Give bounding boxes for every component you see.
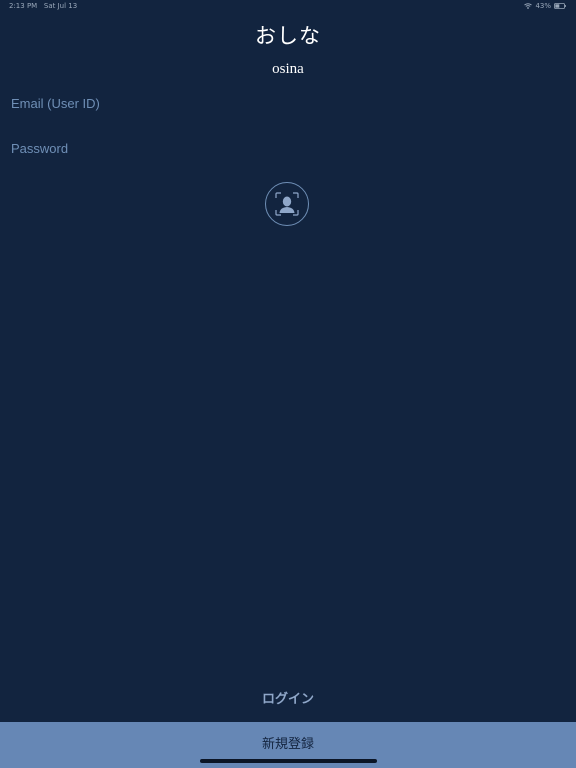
- battery-icon: [554, 3, 566, 9]
- status-time: 2:13 PM Sat Jul 13: [9, 2, 77, 10]
- email-field-container: [0, 88, 576, 118]
- status-date: Sat Jul 13: [43, 2, 78, 10]
- email-field[interactable]: [11, 88, 551, 118]
- password-field-container: [0, 133, 576, 163]
- face-id-button[interactable]: [265, 182, 309, 226]
- battery-percent: 43%: [535, 2, 551, 10]
- password-field[interactable]: [11, 133, 551, 163]
- face-id-icon: [275, 192, 299, 216]
- home-indicator: [200, 759, 377, 763]
- app-title: おしな: [255, 24, 321, 48]
- status-bar: 2:13 PM Sat Jul 13 43%: [0, 0, 576, 14]
- app-subtitle: osina: [272, 61, 304, 77]
- wifi-icon: [524, 3, 533, 9]
- status-clock: 2:13 PM: [9, 2, 38, 10]
- login-button[interactable]: ログイン: [188, 688, 388, 712]
- status-indicators: 43%: [524, 2, 566, 10]
